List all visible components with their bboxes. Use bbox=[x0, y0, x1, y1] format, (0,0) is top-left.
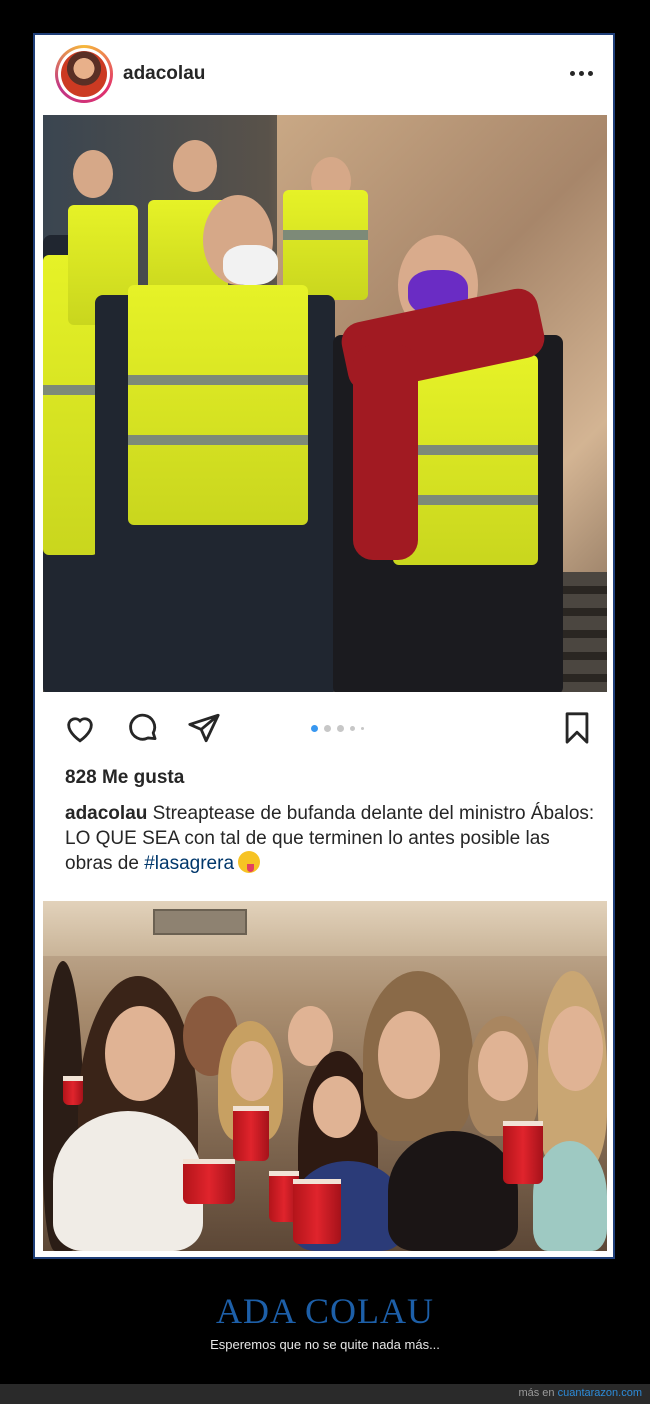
footer-link[interactable]: cuantarazon.com bbox=[558, 1387, 642, 1399]
avatar-image bbox=[61, 51, 107, 97]
post-caption: adacolau Streaptease de bufanda delante … bbox=[65, 801, 600, 876]
post-header: adacolau bbox=[35, 35, 613, 115]
banner-title: ADA COLAU bbox=[215, 1291, 434, 1331]
footer-prefix: más en bbox=[518, 1387, 555, 1399]
site-footer: más en cuantarazon.com bbox=[0, 1384, 650, 1404]
reaction-photo bbox=[43, 901, 607, 1251]
banner-subtitle: Esperemos que no se quite nada más... bbox=[210, 1337, 440, 1352]
caption-username[interactable]: adacolau bbox=[65, 803, 147, 824]
footer-text: más en cuantarazon.com bbox=[518, 1387, 642, 1399]
post-actions-bar bbox=[35, 705, 613, 755]
heart-icon[interactable] bbox=[63, 711, 97, 745]
share-icon[interactable] bbox=[187, 711, 221, 745]
carousel-indicator bbox=[311, 725, 364, 732]
bookmark-icon[interactable] bbox=[560, 711, 594, 745]
avatar[interactable] bbox=[55, 45, 113, 103]
hashtag-link[interactable]: #lasagrera bbox=[144, 853, 234, 874]
likes-count[interactable]: 828 Me gusta bbox=[65, 767, 184, 789]
emoji-wink-tongue-icon bbox=[238, 851, 261, 873]
post-photo-1[interactable] bbox=[43, 115, 607, 692]
more-options-icon[interactable] bbox=[570, 71, 593, 76]
instagram-post-screenshot: adacolau 828 Me gusta adacolau Streaptea… bbox=[33, 33, 615, 1259]
post-username[interactable]: adacolau bbox=[123, 63, 205, 85]
comment-icon[interactable] bbox=[126, 711, 160, 745]
